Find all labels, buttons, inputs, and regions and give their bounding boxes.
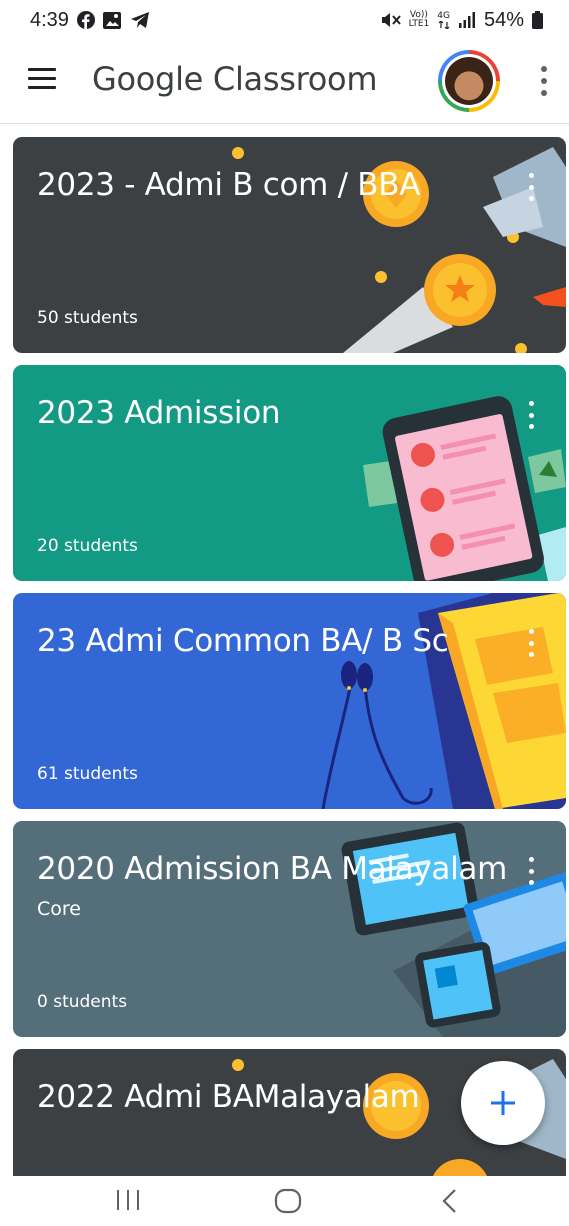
data-arrows-icon [438,20,450,29]
student-count: 0 students [37,992,128,1012]
telegram-icon [130,11,150,29]
gallery-icon [102,11,122,30]
network-4g-label: 4G [437,10,450,21]
student-count: 61 students [37,764,138,784]
student-count: 20 students [37,536,138,556]
student-count: 50 students [37,308,138,328]
more-vert-icon[interactable] [536,66,552,96]
facebook-icon [76,11,95,29]
status-bar: 4:39 Vo)) LTE1 4G 54% [0,0,569,40]
class-card[interactable]: 2020 Admission BA Malayalam Core 0 stude… [13,821,566,1037]
network-4g-indicator: 4G [437,10,450,29]
home-icon[interactable] [274,1188,302,1219]
status-time: 4:39 [30,8,69,31]
card-more-vert-icon[interactable] [526,629,536,657]
lte-label: LTE1 [408,19,430,29]
class-card[interactable]: 2023 Admission 20 students [13,365,566,581]
mute-icon [381,11,401,29]
recents-icon[interactable] [115,1188,141,1217]
create-class-button[interactable] [461,1061,545,1145]
hamburger-menu-icon[interactable] [28,68,58,92]
account-avatar[interactable] [438,50,500,112]
class-card[interactable]: 23 Admi Common BA/ B Sc 61 students [13,593,566,809]
volte-indicator: Vo)) LTE1 [409,11,430,29]
class-title: 2022 Admi BAMalayalam [37,1079,420,1115]
class-title: 23 Admi Common BA/ B Sc [37,623,449,659]
back-icon[interactable] [440,1188,460,1219]
card-more-vert-icon[interactable] [526,401,536,429]
class-title: 2023 - Admi B com / BBA [37,167,421,203]
class-card[interactable]: 2023 - Admi B com / BBA 50 students [13,137,566,353]
battery-icon [532,11,543,29]
status-left: 4:39 [30,9,150,32]
class-section: Core [37,898,81,920]
app-title: Google Classroom [92,60,378,98]
status-right: Vo)) LTE1 4G 54% [381,9,543,32]
battery-percent: 54% [483,8,524,31]
class-title: 2023 Admission [37,395,281,431]
avatar-photo [445,57,493,105]
plus-icon [491,1091,515,1115]
system-nav-bar [0,1176,569,1226]
signal-icon [458,12,476,28]
class-title: 2020 Admission BA Malayalam [37,851,508,887]
card-more-vert-icon[interactable] [526,857,536,885]
app-bar: Google Classroom [0,40,569,124]
card-more-vert-icon[interactable] [526,173,536,201]
